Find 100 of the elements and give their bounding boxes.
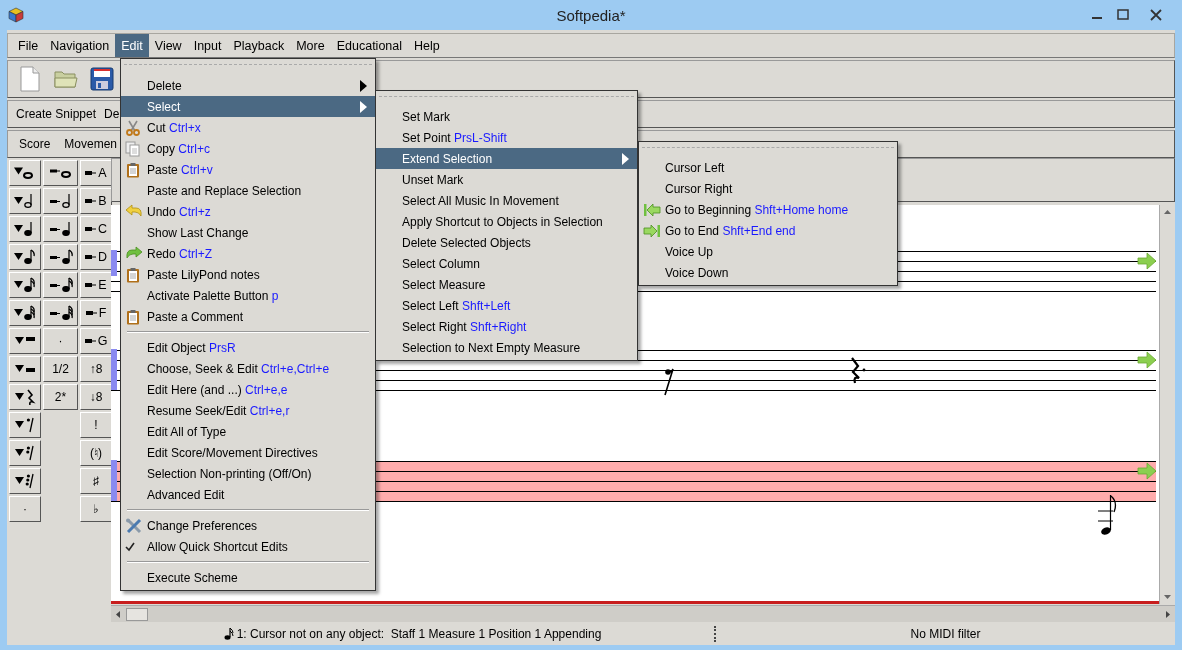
menu-button[interactable]: View <box>148 34 188 57</box>
palette-button[interactable]: E <box>80 272 112 298</box>
menu-item[interactable]: Allow Quick Shortcut Edits <box>121 536 375 557</box>
menu-item[interactable]: Paste a Comment <box>121 306 375 327</box>
palette-button[interactable]: 2* <box>43 384 78 410</box>
palette-button[interactable] <box>9 468 41 494</box>
palette-button[interactable]: ♭ <box>80 496 112 522</box>
menu-item[interactable]: Extend Selection <box>376 148 637 169</box>
menu-item[interactable]: Select <box>121 96 375 117</box>
staff-marker <box>111 348 117 390</box>
palette-button[interactable] <box>43 300 78 326</box>
palette-button[interactable] <box>43 160 78 186</box>
menu-button[interactable]: Input <box>187 34 228 57</box>
menu-item[interactable]: Selection to Next Empty Measure <box>376 337 637 358</box>
menu-button[interactable]: Navigation <box>44 34 116 57</box>
palette-button[interactable]: F <box>80 300 112 326</box>
menu-item[interactable]: Paste LilyPond notes <box>121 264 375 285</box>
change-note-icon <box>13 305 37 321</box>
palette-button[interactable]: D <box>80 244 112 270</box>
menu-item[interactable]: Execute Scheme <box>121 567 375 588</box>
menu-item[interactable]: Select All Music In Movement <box>376 190 637 211</box>
menu-button[interactable]: Playback <box>227 34 291 57</box>
palette-button[interactable] <box>9 412 41 438</box>
menu-button[interactable]: Help <box>408 34 446 57</box>
menu-item[interactable]: Edit All of Type <box>121 421 375 442</box>
menu-item[interactable]: Selection Non-printing (Off/On) <box>121 463 375 484</box>
menu-item[interactable]: Paste and Replace Selection <box>121 180 375 201</box>
menu-item[interactable]: Go to End Shft+End end <box>639 220 897 241</box>
palette-button[interactable] <box>9 216 41 242</box>
toolbar-button[interactable]: Score <box>12 132 58 156</box>
horizontal-scrollbar[interactable] <box>111 605 1175 622</box>
scissors-icon <box>125 119 141 136</box>
palette-button[interactable] <box>43 244 78 270</box>
menu-item[interactable]: Cursor Left <box>639 157 897 178</box>
menu-item[interactable]: Change Preferences <box>121 515 375 536</box>
menu-item[interactable]: Voice Down <box>639 262 897 283</box>
note-icon <box>223 627 234 640</box>
menu-item[interactable]: Select Left Shft+Left <box>376 295 637 316</box>
menu-item[interactable]: Set Point PrsL-Shift <box>376 127 637 148</box>
go-end-icon <box>643 222 661 239</box>
menu-item[interactable]: Edit Score/Movement Directives <box>121 442 375 463</box>
menu-item[interactable]: Paste Ctrl+v <box>121 159 375 180</box>
palette-button[interactable] <box>9 384 41 410</box>
menu-item[interactable]: Delete Selected Objects <box>376 232 637 253</box>
menu-item[interactable]: Show Last Change <box>121 222 375 243</box>
menu-item[interactable]: Unset Mark <box>376 169 637 190</box>
new-document-icon <box>19 66 41 92</box>
menu-item[interactable]: Activate Palette Button p <box>121 285 375 306</box>
menu-item[interactable]: Edit Here (and ...) Ctrl+e,e <box>121 379 375 400</box>
menu-item[interactable]: Apply Shortcut to Objects in Selection <box>376 211 637 232</box>
menu-button[interactable]: Educational <box>330 34 408 57</box>
menu-button[interactable]: File <box>12 34 45 57</box>
palette-button[interactable] <box>9 440 41 466</box>
continue-arrow-icon <box>1137 351 1157 369</box>
palette-button[interactable]: · <box>43 328 78 354</box>
palette-button[interactable]: ♯ <box>80 468 112 494</box>
insert-icon <box>85 282 97 288</box>
palette-button[interactable]: 1/2 <box>43 356 78 382</box>
menu-item[interactable]: Redo Ctrl+Z <box>121 243 375 264</box>
palette-button[interactable]: · <box>9 496 41 522</box>
menu-item[interactable]: Edit Object PrsR <box>121 337 375 358</box>
palette-button[interactable] <box>9 188 41 214</box>
palette-button[interactable]: A <box>80 160 112 186</box>
continue-arrow-icon <box>1137 462 1157 480</box>
menu-item[interactable]: Undo Ctrl+z <box>121 201 375 222</box>
menu-item[interactable]: Choose, Seek & Edit Ctrl+e,Ctrl+e <box>121 358 375 379</box>
palette-button[interactable] <box>9 244 41 270</box>
palette-button[interactable] <box>9 356 41 382</box>
menu-item[interactable]: Select Right Shft+Right <box>376 316 637 337</box>
menu-button[interactable]: Edit <box>115 34 149 57</box>
insert-icon <box>85 310 97 316</box>
palette-button[interactable] <box>43 216 78 242</box>
palette-button[interactable] <box>9 328 41 354</box>
palette-button[interactable] <box>43 188 78 214</box>
toolbar-button[interactable] <box>88 64 116 94</box>
palette-button[interactable]: B <box>80 188 112 214</box>
menu-item[interactable]: Select Measure <box>376 274 637 295</box>
palette-button[interactable]: G <box>80 328 112 354</box>
menu-item[interactable]: Delete <box>121 75 375 96</box>
palette-button[interactable] <box>9 160 41 186</box>
palette-button[interactable]: ↓8 <box>80 384 112 410</box>
menu-item[interactable]: Advanced Edit <box>121 484 375 505</box>
menu-item[interactable]: Resume Seek/Edit Ctrl+e,r <box>121 400 375 421</box>
toolbar-button[interactable]: Create Snippet <box>12 102 101 126</box>
menu-item[interactable]: Go to Beginning Shft+Home home <box>639 199 897 220</box>
palette-button[interactable] <box>9 272 41 298</box>
palette-button[interactable]: ↑8 <box>80 356 112 382</box>
palette-button[interactable]: (♮) <box>80 440 112 466</box>
menu-item[interactable]: Cursor Right <box>639 178 897 199</box>
menu-item[interactable]: Voice Up <box>639 241 897 262</box>
toolbar-button[interactable]: De <box>100 102 124 126</box>
palette-button[interactable] <box>9 300 41 326</box>
palette-button[interactable] <box>43 272 78 298</box>
go-start-icon <box>643 201 661 218</box>
menu-item[interactable]: Set Mark <box>376 106 637 127</box>
menu-button[interactable]: More <box>290 34 331 57</box>
scrollbar-thumb[interactable] <box>126 607 148 621</box>
palette-button[interactable]: C <box>80 216 112 242</box>
palette-button[interactable]: ! <box>80 412 112 438</box>
menu-item[interactable]: Select Column <box>376 253 637 274</box>
